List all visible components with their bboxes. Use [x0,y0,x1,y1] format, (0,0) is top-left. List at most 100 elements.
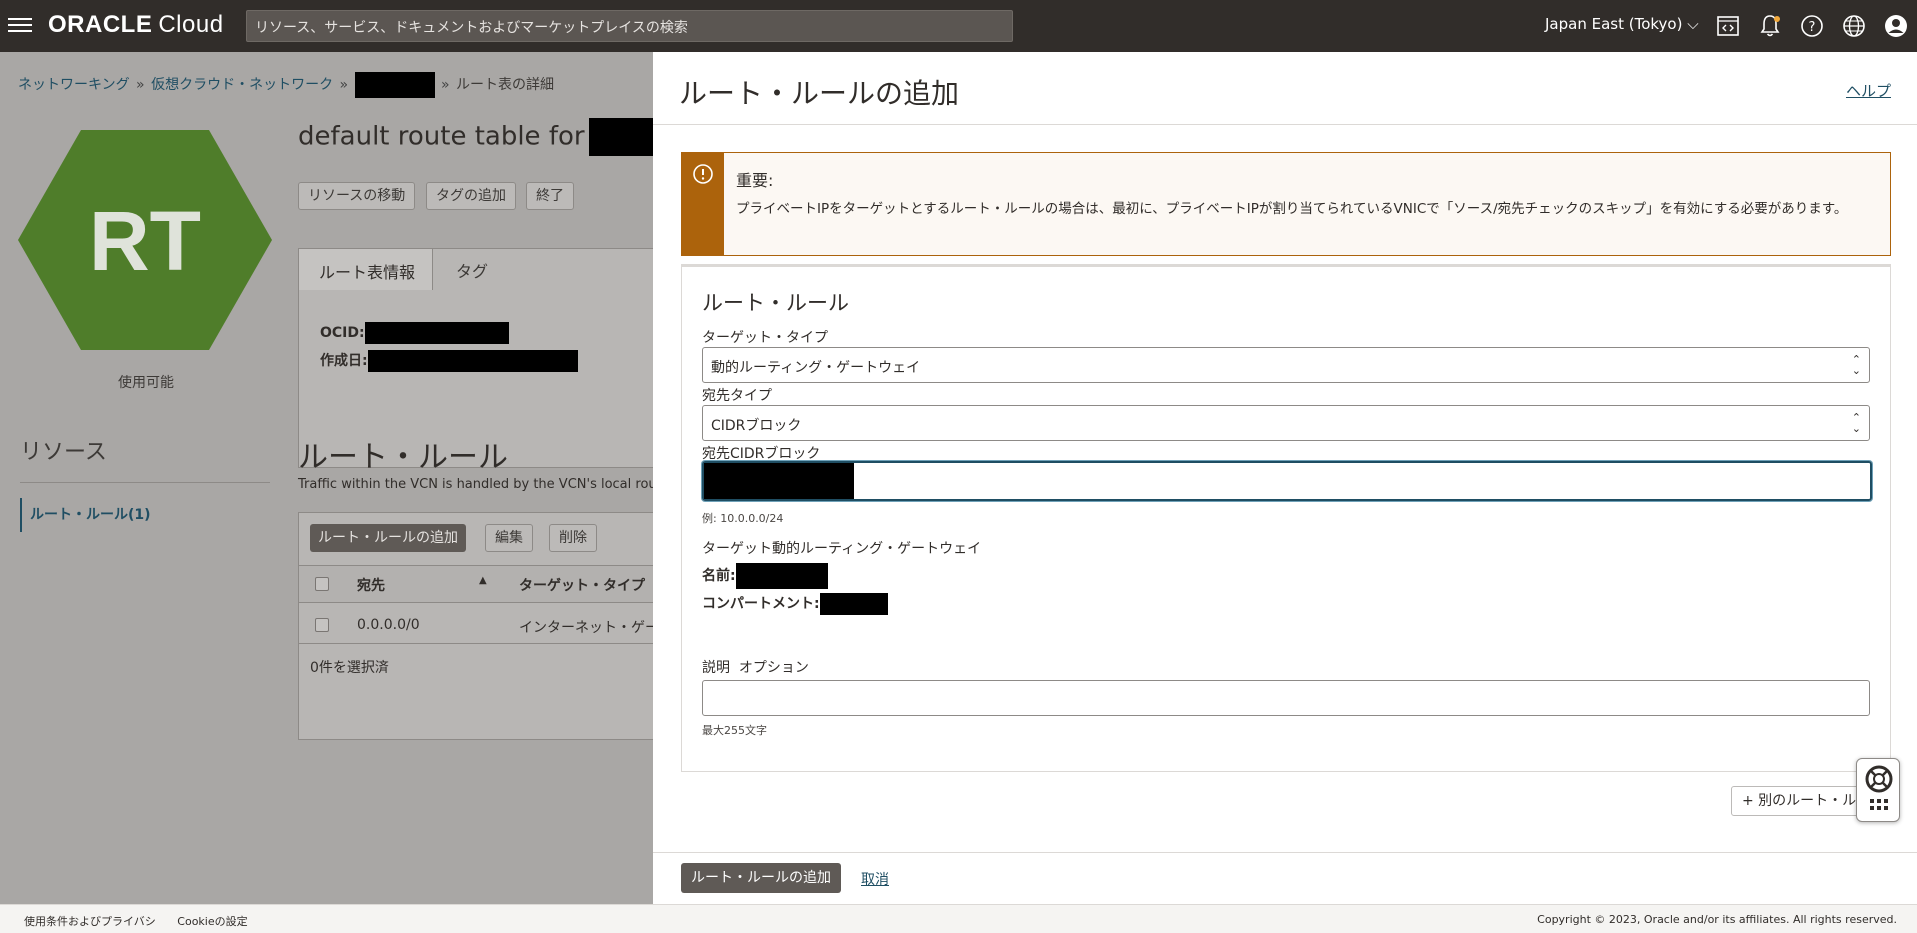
sort-asc-icon[interactable]: ▲ [479,575,487,586]
tab-route-table-info[interactable]: ルート表情報 [298,248,433,290]
description-hint: 最大255文字 [702,724,767,737]
global-search-input[interactable]: リソース、サービス、ドキュメントおよびマーケットプレイスの検索 [246,10,1013,42]
compartment-label: コンパートメント: [702,596,820,612]
form-section-title: ルート・ルール [702,291,849,315]
divider [299,643,653,644]
chevron-down-icon: ⌵ [1687,15,1699,33]
logo-product: Cloud [158,11,224,38]
optional-tag: オプション [738,660,809,676]
description-label: 説明 オプション [702,657,809,677]
tab-tags[interactable]: タグ [456,258,488,282]
logo-brand: ORACLE [48,11,153,38]
redacted-compartment [819,593,888,615]
destination-type-value: CIDRブロック [711,418,802,434]
warning-stripe [682,153,724,255]
drg-name-label: 名前: [702,568,736,584]
row-destination: 0.0.0.0/0 [357,617,420,633]
remove-button[interactable]: 削除 [549,524,597,552]
notifications-icon[interactable] [1757,13,1783,39]
help-icon[interactable]: ? [1799,13,1825,39]
svg-text:?: ? [1809,20,1816,35]
resources-heading: リソース [20,440,107,465]
created-label: 作成日: [320,353,368,369]
copyright: Copyright © 2023, Oracle and/or its affi… [1537,913,1897,926]
redacted-drg-name [735,563,828,589]
row-target-type: インターネット・ゲートウェイ [519,620,653,636]
terminate-button[interactable]: 終了 [526,182,574,210]
add-route-rules-panel: ルート・ルールの追加 ヘルプ 重要: プライベートIPをターゲットとするルート・… [653,52,1917,904]
panel-footer: ルート・ルールの追加 取消 [653,852,1917,904]
destination-type-select[interactable]: CIDRブロック ⌃ ⌄ [702,405,1870,441]
move-resource-button[interactable]: リソースの移動 [298,182,416,210]
lifebuoy-icon [1865,765,1893,810]
add-tags-button[interactable]: タグの追加 [426,182,516,210]
badge-text: RT [89,194,201,288]
breadcrumb: ネットワーキング » 仮想クラウド・ネットワーク » » ルート表の詳細 [18,72,554,98]
page-footer: 使用条件およびプライバシ Cookieの設定 Copyright © 2023,… [0,904,1917,933]
destination-cidr-input[interactable] [702,461,1872,501]
divider [653,124,1917,125]
redacted-created-date [367,350,578,372]
destination-type-label: 宛先タイプ [702,388,772,404]
route-table-badge: RT [18,130,272,350]
divider [20,482,270,483]
panel-title: ルート・ルールの追加 [679,77,960,110]
redacted-ocid [364,322,509,344]
region-selector[interactable]: Japan East (Tokyo) ⌵ [1545,15,1699,33]
target-type-value: 動的ルーティング・ゲートウェイ [711,360,921,376]
menu-icon[interactable] [8,14,32,36]
top-navigation-bar: ORACLE Cloud リソース、サービス、ドキュメントおよびマーケットプレイス… [0,0,1917,52]
route-rules-description: Traffic within the VCN is handled by the… [298,477,653,492]
selection-count: 0件を選択済 [310,660,389,676]
redacted-cidr-value [704,463,854,499]
oracle-cloud-logo[interactable]: ORACLE Cloud [48,11,224,39]
column-destination[interactable]: 宛先 [357,575,385,595]
important-notice: 重要: プライベートIPをターゲットとするルート・ルールの場合は、最初に、プライ… [681,152,1891,256]
select-arrows-icon: ⌃ ⌄ [1851,411,1861,435]
notice-title: 重要: [736,171,774,190]
cidr-hint: 例: 10.0.0.0/24 [702,512,784,525]
another-route-rule-button[interactable]: + 別のルート・ルール [1731,786,1865,816]
breadcrumb-separator: » [136,77,145,93]
target-type-label: ターゲット・タイプ [702,330,828,346]
terms-privacy-link[interactable]: 使用条件およびプライバシ [24,915,156,928]
profile-icon[interactable] [1883,13,1909,39]
breadcrumb-current: ルート表の詳細 [456,77,555,93]
row-checkbox[interactable] [315,618,329,632]
description-input[interactable] [702,680,1870,716]
language-icon[interactable] [1841,13,1867,39]
help-link[interactable]: ヘルプ [1846,80,1891,101]
notice-text: プライベートIPをターゲットとするルート・ルールの場合は、最初に、プライベートI… [736,201,1848,217]
route-rules-heading: ルート・ルール [298,440,508,475]
support-widget[interactable] [1856,758,1900,822]
submit-add-route-rules-button[interactable]: ルート・ルールの追加 [681,863,841,893]
breadcrumb-networking[interactable]: ネットワーキング [18,77,130,93]
description-label-text: 説明 [702,660,730,676]
column-target-type[interactable]: ターゲット・タイプ [519,575,645,595]
route-rules-table: ルート・ルールの追加 編集 削除 宛先 ▲ ターゲット・タイプ 0.0.0.0/… [298,512,653,740]
cancel-link[interactable]: 取消 [861,869,889,889]
edit-button[interactable]: 編集 [485,524,533,552]
breadcrumb-separator: » [339,77,349,93]
resources-nav-route-rules[interactable]: ルート・ルール(1) [20,498,151,532]
route-rule-form: ルート・ルール ターゲット・タイプ 動的ルーティング・ゲートウェイ ⌃ ⌄ 宛先タ… [681,264,1891,772]
page-title: default route table for [298,118,653,156]
add-route-rules-button[interactable]: ルート・ルールの追加 [310,524,466,552]
target-type-select[interactable]: 動的ルーティング・ゲートウェイ ⌃ ⌄ [702,347,1870,383]
cookie-settings-link[interactable]: Cookieの設定 [177,915,247,928]
status-label: 使用可能 [118,375,174,391]
breadcrumb-separator: » [441,77,450,93]
redacted-vcn-name [354,72,435,98]
ocid-label: OCID: [320,325,365,341]
route-table-details-page: ネットワーキング » 仮想クラウド・ネットワーク » » ルート表の詳細 RT … [0,52,653,904]
breadcrumb-vcn[interactable]: 仮想クラウド・ネットワーク [151,77,333,93]
redacted-vcn-name [588,118,653,156]
select-all-checkbox[interactable] [315,577,329,591]
warning-icon [693,164,713,184]
target-drg-label: ターゲット動的ルーティング・ゲートウェイ [702,541,982,557]
code-editor-icon[interactable] [1715,13,1741,39]
select-arrows-icon: ⌃ ⌄ [1851,353,1861,377]
region-label: Japan East (Tokyo) [1545,15,1683,33]
destination-cidr-label: 宛先CIDRブロック [702,446,821,462]
page-title-text: default route table for [298,121,585,152]
